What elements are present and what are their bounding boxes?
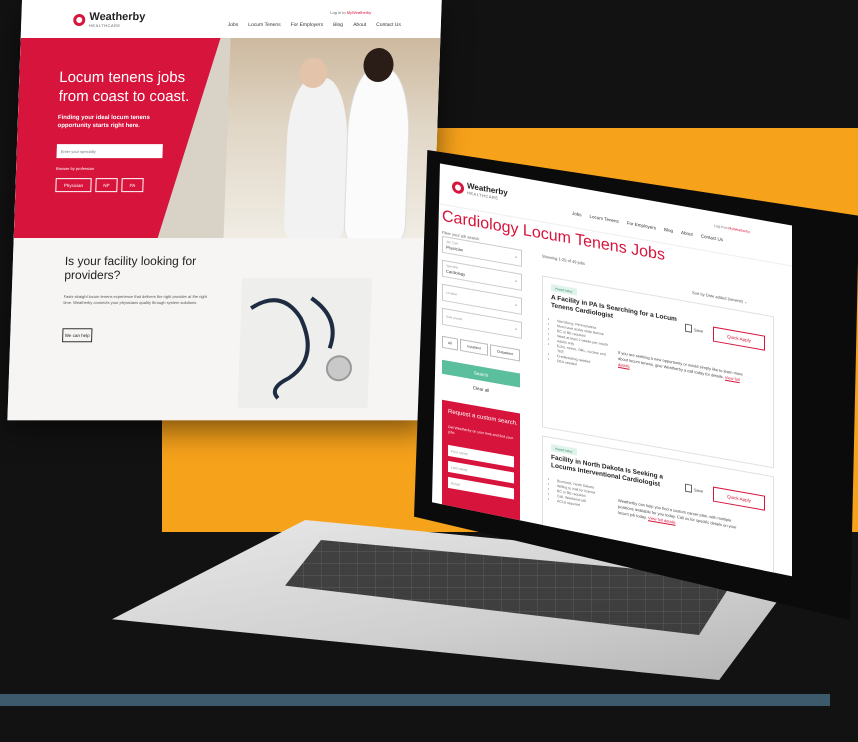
nav-for-employers[interactable]: For Employers xyxy=(291,22,324,28)
chevron-down-icon: ⌄ xyxy=(513,301,518,309)
doctor-figure xyxy=(343,68,412,241)
nav-about[interactable]: About xyxy=(353,22,366,28)
job-card[interactable]: Posted today A Facility in PA Is Searchi… xyxy=(542,275,774,469)
field-label: Location xyxy=(446,290,458,297)
hero-photo xyxy=(223,38,441,241)
field-value: Physician xyxy=(446,244,464,253)
save-button[interactable]: Save xyxy=(685,323,704,335)
facility-text: Fasts straight locum tenens experience t… xyxy=(63,294,208,306)
job-bullets: Harrisburg, Pennsylvania Must have activ… xyxy=(551,318,612,374)
chevron-down-icon: ⌄ xyxy=(513,253,518,261)
tag-all[interactable]: All xyxy=(442,335,458,351)
nav-jobs[interactable]: Jobs xyxy=(228,22,239,28)
login-link-text: MyWeatherby xyxy=(728,226,750,235)
results-count: Showing 1-25 of 49 jobs xyxy=(542,253,585,266)
facility-title: Is your facility looking for providers? xyxy=(64,254,197,283)
logo-subtitle: HEALTHCARE xyxy=(88,23,121,29)
job-description: If you are seeking a new opportunity or … xyxy=(618,350,743,390)
chevron-down-icon: ⌄ xyxy=(513,325,518,333)
nav-jobs[interactable]: Jobs xyxy=(572,211,582,218)
homepage-header: Weatherby HEALTHCARE Log in to MyWeather… xyxy=(20,0,442,40)
hero-section: Locum tenens jobs from coast to coast. F… xyxy=(13,38,441,241)
stethoscope-image xyxy=(237,278,373,409)
job-bullets: Bismarck, North Dakota Willing to wait f… xyxy=(551,478,612,514)
weatherby-logo-icon xyxy=(73,14,86,27)
nav-blog[interactable]: Blog xyxy=(664,227,673,234)
nav-locum-tenens[interactable]: Locum Tenens xyxy=(590,214,619,224)
np-pill[interactable]: NP xyxy=(95,178,118,193)
quick-apply-button[interactable]: Quick Apply xyxy=(713,486,765,511)
login-prefix: Log in to xyxy=(330,10,346,16)
nav-contact-us[interactable]: Contact Us xyxy=(701,233,723,242)
save-button[interactable]: Save xyxy=(685,483,704,495)
save-label: Save xyxy=(694,486,704,494)
search-placeholder: Enter your specialty xyxy=(60,148,96,154)
tag-outpatient[interactable]: Outpatient xyxy=(490,344,520,362)
custom-search-text: Get Weatherby on your time and find your… xyxy=(448,424,513,441)
nav-for-employers[interactable]: For Employers xyxy=(627,220,656,230)
chevron-down-icon: ⌄ xyxy=(744,299,748,305)
quick-apply-button[interactable]: Quick Apply xyxy=(713,326,765,351)
search-page-logo[interactable]: Weatherby HEALTHCARE xyxy=(452,180,508,203)
hero-title: Locum tenens jobs from coast to coast. xyxy=(58,69,190,106)
homepage-logo[interactable]: Weatherby HEALTHCARE xyxy=(73,11,146,29)
nav-blog[interactable]: Blog xyxy=(333,22,343,28)
login-link[interactable]: Log in to MyWeatherby xyxy=(714,224,750,234)
bookmark-icon xyxy=(685,323,692,333)
nav-locum-tenens[interactable]: Locum Tenens xyxy=(248,22,281,28)
patient-figure xyxy=(283,78,350,239)
stethoscope-icon xyxy=(250,296,352,400)
login-prefix: Log in to xyxy=(714,223,728,231)
weatherby-logo-icon xyxy=(452,180,464,195)
profession-label: Browse by profession xyxy=(56,166,95,172)
hero-subtitle: Finding your ideal locum tenens opportun… xyxy=(57,115,150,130)
field-label: Date posted xyxy=(446,314,463,322)
nav-contact-us[interactable]: Contact Us xyxy=(376,22,401,28)
pa-pill[interactable]: PA xyxy=(121,178,144,193)
sort-value: Date added (newest) xyxy=(705,292,743,304)
bookmark-icon xyxy=(685,483,692,493)
specialty-search-input[interactable]: Enter your specialty xyxy=(56,144,163,159)
physician-pill[interactable]: Physician xyxy=(55,178,92,193)
chevron-down-icon: ⌄ xyxy=(513,277,518,285)
facility-section: Is your facility looking for providers? … xyxy=(7,238,434,421)
custom-search-title: Request a custom search. xyxy=(448,408,518,428)
logo-name: Weatherby xyxy=(89,11,146,24)
nav-about[interactable]: About xyxy=(681,230,693,237)
homepage-nav: Jobs Locum Tenens For Employers Blog Abo… xyxy=(228,22,401,28)
save-label: Save xyxy=(694,326,704,334)
job-description: Weatherby can help you find a custom car… xyxy=(618,498,743,538)
login-link[interactable]: Log in to MyWeatherby xyxy=(330,10,371,15)
login-link-text: MyWeatherby xyxy=(346,10,372,16)
sort-label: Sort by xyxy=(692,289,705,298)
tag-inpatient[interactable]: Inpatient xyxy=(460,338,488,356)
field-value: Cardiology xyxy=(446,268,466,277)
we-can-help-button[interactable]: We can help xyxy=(62,328,93,343)
bottom-accent-bar xyxy=(0,694,830,706)
homepage-mockup: Weatherby HEALTHCARE Log in to MyWeather… xyxy=(7,0,442,421)
